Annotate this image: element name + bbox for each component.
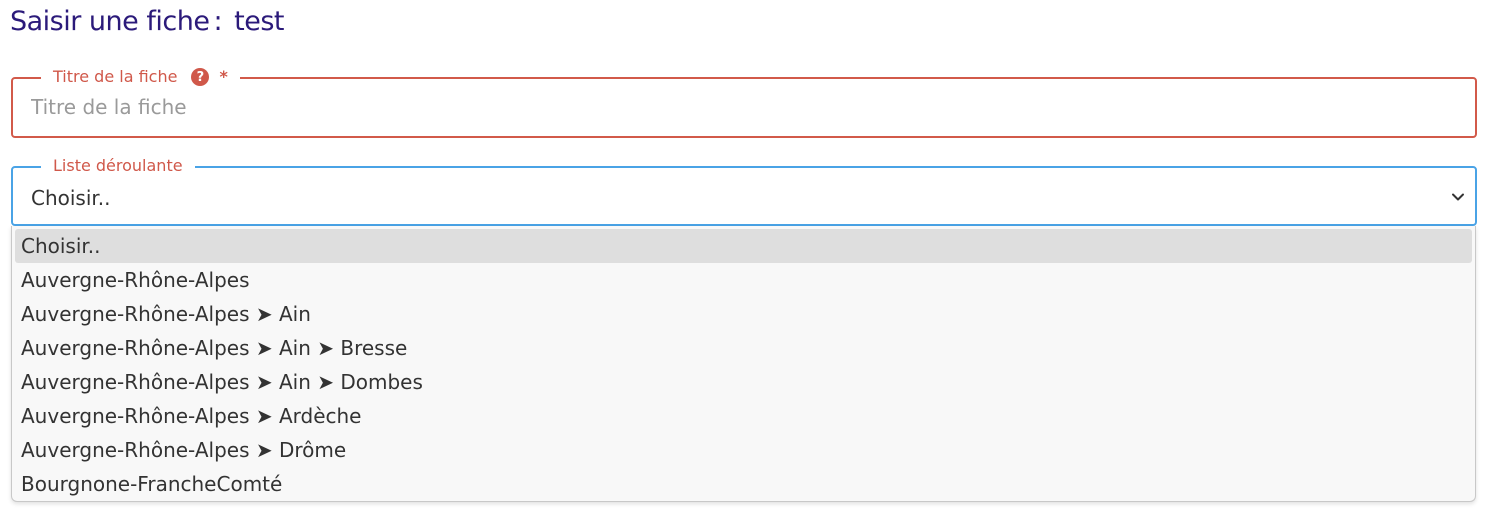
dropdown-option[interactable]: Auvergne-Rhône-Alpes ➤ Ain ➤ Dombes [15,365,1472,399]
title-field-label: Titre de la fiche [53,67,178,86]
dropdown-option[interactable]: Auvergne-Rhône-Alpes [15,263,1472,297]
title-input[interactable] [31,95,1451,119]
dropdown-option[interactable]: Auvergne-Rhône-Alpes ➤ Ain ➤ Bresse [15,331,1472,365]
chevron-down-icon[interactable] [1451,190,1465,204]
dropdown-option[interactable]: Auvergne-Rhône-Alpes ➤ Drôme [15,433,1472,467]
select-field-legend: Liste déroulante [41,156,195,176]
page-title-name: test [234,6,284,37]
page-title-separator: : [213,6,223,37]
select-field-label: Liste déroulante [53,156,183,175]
page-title-prefix: Saisir une fiche [10,6,210,37]
title-field: Titre de la fiche ? * [11,67,1477,138]
select-current-value[interactable]: Choisir.. [31,186,111,210]
dropdown-option[interactable]: Auvergne-Rhône-Alpes ➤ Ain [15,297,1472,331]
dropdown-select[interactable]: Liste déroulante Choisir.. [11,156,1477,226]
dropdown-option[interactable]: Choisir.. [15,229,1472,263]
dropdown-option[interactable]: Bourgnone-FrancheComté [15,467,1472,501]
question-circle-icon[interactable]: ? [191,68,210,86]
dropdown-option[interactable]: Auvergne-Rhône-Alpes ➤ Ardèche [15,399,1472,433]
dropdown-options-list: Choisir.. Auvergne-Rhône-Alpes Auvergne-… [11,226,1476,502]
page-title: Saisir une fiche: test [10,6,284,37]
required-mark: * [219,67,228,86]
title-field-legend: Titre de la fiche ? * [41,67,240,87]
